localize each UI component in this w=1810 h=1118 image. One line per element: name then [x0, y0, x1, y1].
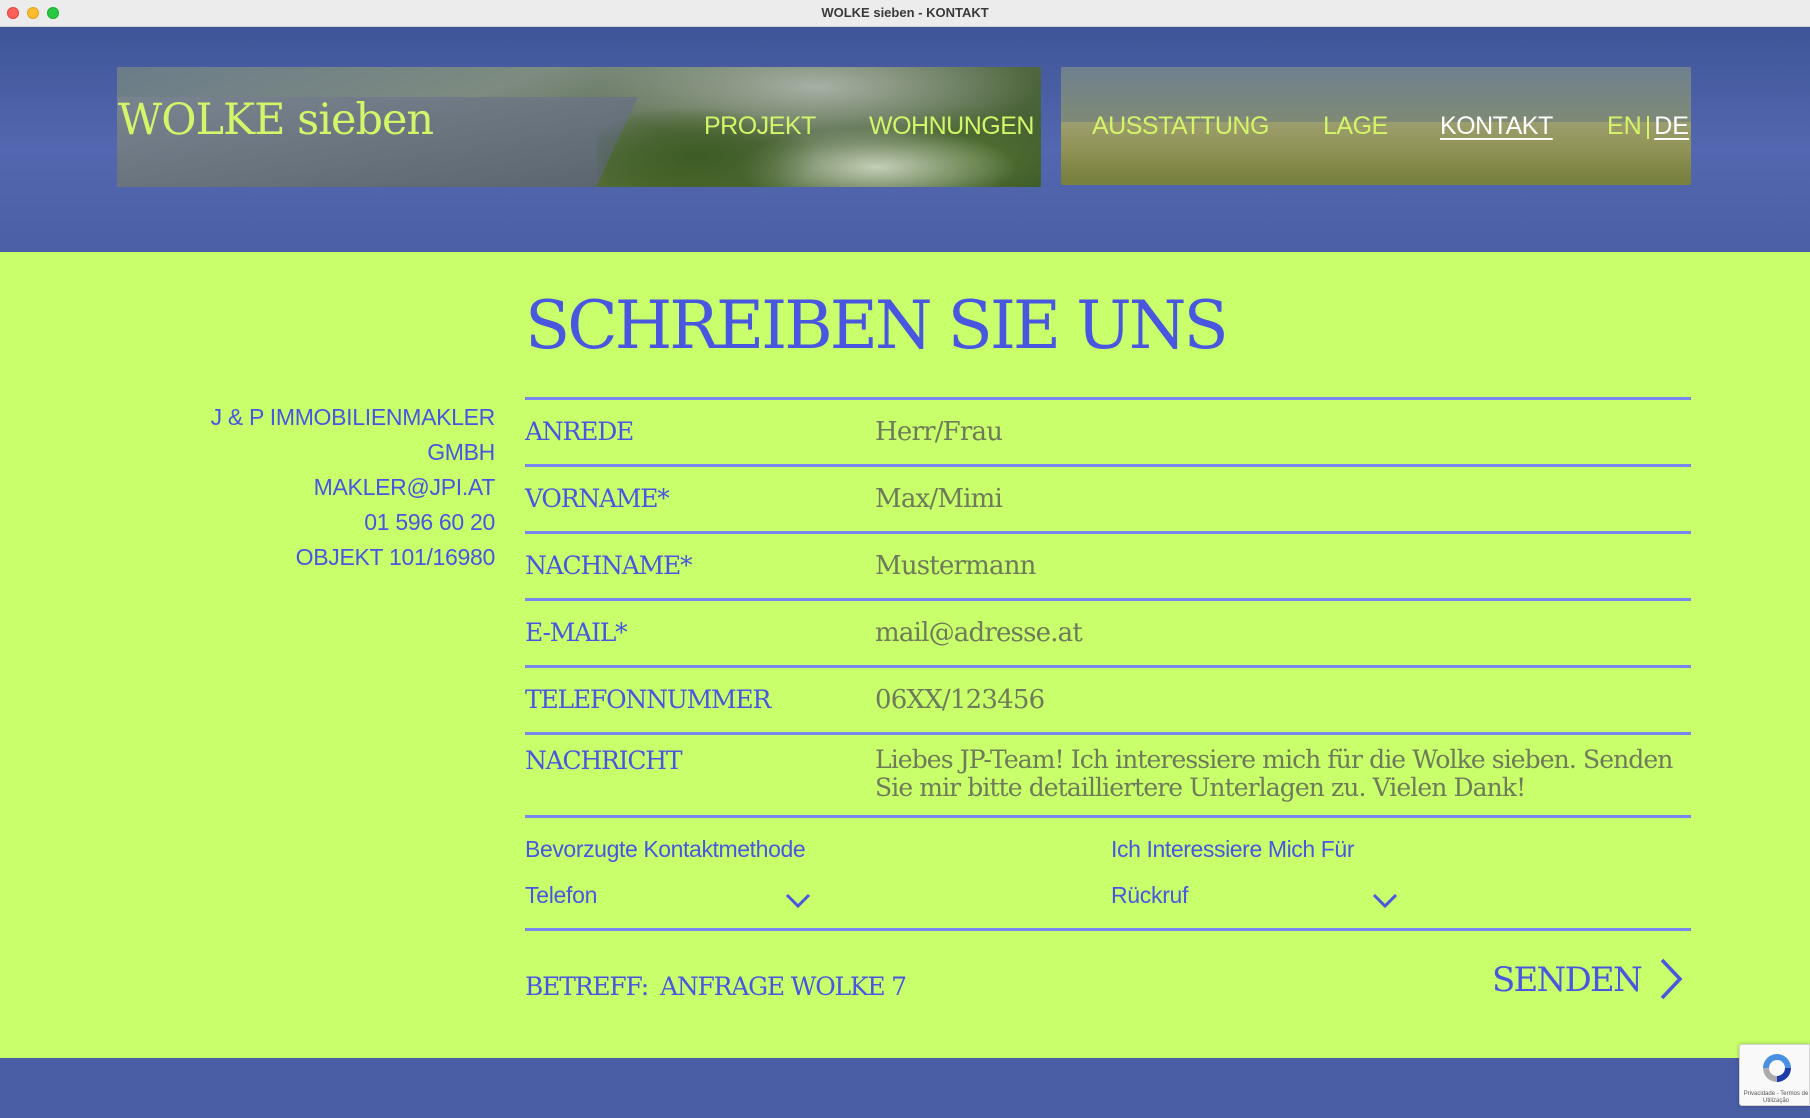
- site-header: WOLKE sieben PROJEKT WOHNUNGEN AUSSTATTU…: [0, 27, 1810, 252]
- window-titlebar: WOLKE sieben - KONTAKT: [0, 0, 1810, 27]
- lang-de-link[interactable]: DE: [1654, 112, 1689, 140]
- contact-phone-link[interactable]: 01 596 60 20: [211, 505, 495, 540]
- lang-separator: |: [1644, 112, 1652, 140]
- recaptcha-badge[interactable]: Privacidade - Termos de Utilização: [1739, 1044, 1810, 1106]
- company-name: J & P IMMOBILIENMAKLER: [210, 404, 496, 430]
- window-title: WOLKE sieben - KONTAKT: [821, 5, 989, 20]
- nav-wohnungen[interactable]: WOHNUNGEN: [869, 112, 1034, 141]
- anrede-field[interactable]: Herr/Frau: [875, 417, 1003, 447]
- subject-value: ANFRAGE WOLKE 7: [660, 972, 907, 1001]
- divider: [525, 928, 1691, 931]
- divider: [525, 464, 1691, 467]
- nav-ausstattung[interactable]: AUSSTATTUNG: [1092, 112, 1269, 141]
- contact-method-label: Bevorzugte Kontaktmethode: [525, 836, 806, 862]
- divider: [525, 531, 1691, 534]
- nav-kontakt[interactable]: KONTAKT: [1440, 112, 1553, 141]
- divider: [525, 732, 1691, 735]
- recaptcha-icon: [1763, 1054, 1791, 1082]
- send-button[interactable]: SENDEN: [1492, 960, 1643, 1000]
- email-label: E-MAIL*: [525, 618, 628, 647]
- interest-label: Ich Interessiere Mich Für: [1111, 836, 1355, 862]
- chevron-down-icon[interactable]: [785, 892, 811, 910]
- chevron-right-icon[interactable]: [1658, 957, 1684, 1001]
- vorname-label: VORNAME*: [525, 484, 670, 513]
- divider: [525, 397, 1691, 400]
- site-logo[interactable]: WOLKE sieben: [118, 95, 434, 145]
- company-suffix: GMBH: [427, 439, 495, 465]
- nav-lage[interactable]: LAGE: [1323, 112, 1388, 141]
- nachricht-textarea[interactable]: Liebes JP-Team! Ich interessiere mich fü…: [875, 746, 1695, 802]
- contact-method-select[interactable]: Telefon: [525, 882, 597, 909]
- contact-info: J & P IMMOBILIENMAKLER GMBH MAKLER@JPI.A…: [210, 400, 496, 575]
- subject-label: BETREFF:: [525, 972, 649, 1001]
- form-title: SCHREIBEN SIE UNS: [525, 287, 1229, 364]
- telefonnummer-label: TELEFONNUMMER: [525, 685, 771, 714]
- telefonnummer-field[interactable]: 06XX/123456: [875, 685, 1045, 715]
- anrede-label: ANREDE: [525, 417, 634, 446]
- divider: [525, 598, 1691, 601]
- nachname-label: NACHNAME*: [525, 551, 693, 580]
- lang-en-link[interactable]: EN: [1607, 112, 1642, 140]
- recaptcha-terms[interactable]: Privacidade - Termos de Utilização: [1743, 1091, 1809, 1105]
- email-field[interactable]: mail@adresse.at: [875, 618, 1083, 648]
- divider: [525, 665, 1691, 668]
- language-switcher: EN | DE: [1607, 112, 1689, 141]
- contact-section: J & P IMMOBILIENMAKLER GMBH MAKLER@JPI.A…: [0, 252, 1810, 1058]
- object-number: OBJEKT 101/16980: [295, 544, 496, 570]
- nav-projekt[interactable]: PROJEKT: [704, 112, 816, 141]
- contact-email-link[interactable]: MAKLER@JPI.AT: [211, 470, 496, 505]
- chevron-down-icon[interactable]: [1372, 892, 1398, 910]
- nachname-field[interactable]: Mustermann: [875, 551, 1036, 581]
- interest-select[interactable]: Rückruf: [1111, 882, 1188, 909]
- divider: [525, 815, 1691, 818]
- site-footer: [0, 1058, 1810, 1118]
- vorname-field[interactable]: Max/Mimi: [875, 484, 1003, 514]
- nachricht-label: NACHRICHT: [525, 746, 683, 775]
